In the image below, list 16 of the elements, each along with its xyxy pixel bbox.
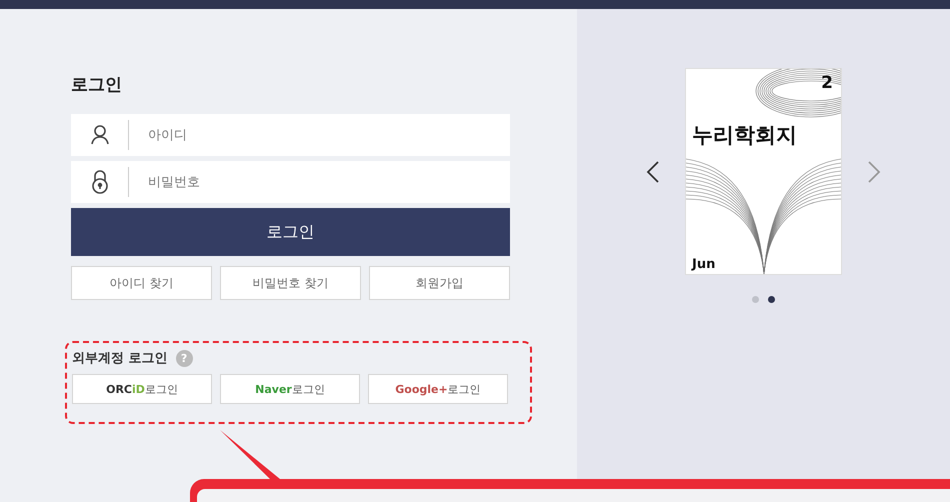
carousel-dot[interactable] bbox=[768, 296, 775, 303]
carousel-dot[interactable] bbox=[752, 296, 759, 303]
id-field[interactable]: 아이디 bbox=[71, 114, 510, 156]
external-login-title: 외부계정 로그인 bbox=[72, 350, 168, 367]
account-link-button[interactable]: 비밀번호 찾기 bbox=[220, 266, 361, 300]
password-field[interactable]: 비밀번호 bbox=[71, 161, 510, 203]
social-login-button[interactable]: Naver로그인 bbox=[220, 374, 360, 404]
journal-title: 누리학회지 bbox=[692, 122, 797, 149]
login-heading: 로그인 bbox=[71, 74, 123, 96]
social-login-button[interactable]: Google+로그인 bbox=[368, 374, 508, 404]
login-button[interactable]: 로그인 bbox=[71, 208, 510, 256]
account-link-button[interactable]: 회원가입 bbox=[369, 266, 510, 300]
account-link-button[interactable]: 아이디 찾기 bbox=[71, 266, 212, 300]
issue-month: Jun bbox=[692, 257, 716, 272]
issue-number: 2 bbox=[821, 73, 833, 93]
social-login-button[interactable]: ORCiD로그인 bbox=[72, 374, 212, 404]
